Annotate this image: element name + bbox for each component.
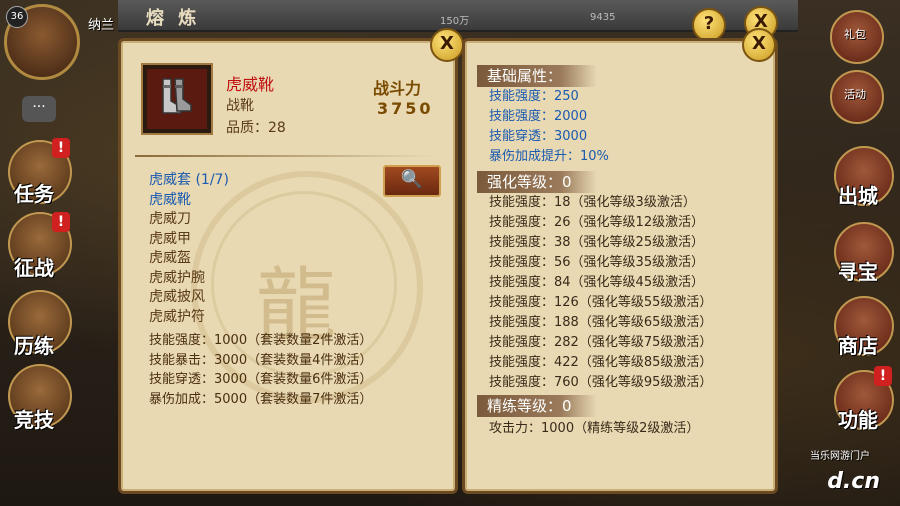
campaign-alert-badge: ! bbox=[52, 212, 70, 232]
player-name: 纳兰 bbox=[88, 18, 115, 33]
magnifier-icon: 🔍 bbox=[400, 169, 424, 190]
shop-label: 商店 bbox=[838, 334, 878, 358]
refine-attribute-row: 攻击力：1000（精练等级2级激活） bbox=[489, 421, 700, 436]
base-attributes-header: 基础属性： bbox=[477, 65, 597, 87]
boots-icon bbox=[162, 78, 192, 114]
player-level: 36 bbox=[6, 6, 28, 28]
enhance-attribute-row: 技能强度：84（强化等级45级激活） bbox=[489, 275, 705, 290]
window-title: 熔 炼 bbox=[146, 8, 201, 29]
right-panel-close-button[interactable]: X bbox=[742, 28, 776, 62]
item-slot[interactable] bbox=[143, 65, 211, 133]
enhance-level-header: 强化等级：0 bbox=[477, 171, 597, 193]
set-bonus-row: 暴伤加成：5000（套装数量7件激活） bbox=[149, 391, 373, 407]
leave-city-label: 出城 bbox=[838, 184, 878, 208]
set-bonus-list: 技能强度：1000（套装数量2件激活） 技能暴击：3000（套装数量4件激活） … bbox=[149, 331, 372, 409]
item-attributes-panel: 基础属性： 技能强度：250 技能强度：2000 技能穿透：3000 暴伤加成提… bbox=[462, 38, 778, 494]
silver-count: 150万 bbox=[440, 16, 470, 27]
right-hud: 礼包 活动 出城 寻宝 商店 ! 功能 bbox=[782, 0, 900, 506]
enhance-attribute-row: 技能强度：422（强化等级85级激活） bbox=[489, 355, 713, 370]
enhance-attribute-row: 技能强度：26（强化等级12级激活） bbox=[489, 215, 705, 230]
gold-count: 9435 bbox=[590, 12, 616, 23]
watermark-logo: d.cn bbox=[827, 469, 880, 494]
set-bonus-row: 技能穿透：3000（套装数量6件激活） bbox=[149, 372, 373, 387]
functions-alert-badge: ! bbox=[874, 366, 892, 386]
gift-pack-label: 礼包 bbox=[844, 28, 866, 41]
enhance-attribute-row: 技能强度：38（强化等级25级激活） bbox=[489, 235, 705, 250]
enhance-attribute-row: 技能强度：188（强化等级65级激活） bbox=[489, 315, 713, 330]
set-piece: 虎威披风 bbox=[149, 289, 205, 305]
combat-power-value: 3750 bbox=[377, 99, 434, 118]
item-detail-panel: 虎威靴 战靴 品质：28 战斗力 3750 龍 🔍 虎威套 (1/7) 虎威靴 … bbox=[118, 38, 458, 494]
left-panel-close-button[interactable]: X bbox=[430, 28, 464, 62]
campaign-label: 征战 bbox=[14, 256, 54, 280]
set-piece: 虎威护符 bbox=[149, 308, 205, 325]
item-quality: 品质：28 bbox=[226, 120, 286, 136]
enhance-attribute-row: 技能强度：282（强化等级75级激活） bbox=[489, 335, 713, 350]
set-piece: 虎威护腕 bbox=[149, 269, 205, 286]
base-attributes-list: 技能强度：250 技能强度：2000 技能穿透：3000 暴伤加成提升：10% bbox=[489, 87, 609, 167]
quest-alert-badge: ! bbox=[52, 138, 70, 158]
enhance-attribute-row: 技能强度：56（强化等级35级激活） bbox=[489, 255, 705, 270]
combat-power-label: 战斗力 bbox=[373, 79, 422, 98]
refine-level-header: 精练等级：0 bbox=[477, 395, 597, 417]
enhance-attribute-row: 技能强度：760（强化等级95级激活） bbox=[489, 375, 713, 390]
set-piece: 虎威盔 bbox=[149, 250, 191, 266]
enhance-attributes-list: 技能强度：18（强化等级3级激活） 技能强度：26（强化等级12级激活） 技能强… bbox=[489, 193, 712, 393]
base-attribute-row: 技能强度：2000 bbox=[489, 109, 588, 124]
set-piece: 虎威甲 bbox=[149, 230, 191, 247]
base-attribute-row: 技能强度：250 bbox=[489, 89, 579, 104]
arena-label: 竞技 bbox=[14, 408, 54, 432]
set-piece: 虎威刀 bbox=[149, 211, 191, 227]
watermark-caption: 当乐网游门户 bbox=[810, 451, 870, 462]
set-bonus-row: 技能强度：1000（套装数量2件激活） bbox=[149, 333, 373, 348]
help-button[interactable]: ? bbox=[692, 8, 726, 42]
base-attribute-row: 暴伤加成提升：10% bbox=[489, 149, 609, 164]
chat-icon[interactable]: ··· bbox=[22, 96, 56, 122]
enhance-attribute-row: 技能强度：18（强化等级3级激活） bbox=[489, 195, 696, 210]
base-attribute-row: 技能穿透：3000 bbox=[489, 129, 588, 144]
functions-label: 功能 bbox=[838, 408, 878, 432]
set-piece-list: 虎威套 (1/7) 虎威靴 虎威刀 虎威甲 虎威盔 虎威护腕 虎威披风 虎威护符 bbox=[149, 171, 229, 327]
refine-attributes-list: 攻击力：1000（精练等级2级激活） bbox=[489, 419, 699, 439]
treasure-hunt-label: 寻宝 bbox=[838, 260, 878, 284]
search-button[interactable]: 🔍 bbox=[383, 165, 441, 197]
set-piece: 虎威靴 bbox=[149, 191, 191, 208]
left-hud: 36 纳兰 ··· ! 任务 ! 征战 历练 竞技 bbox=[0, 0, 115, 506]
section-divider bbox=[135, 155, 435, 157]
enhance-attribute-row: 技能强度：126（强化等级55级激活） bbox=[489, 295, 713, 310]
quest-label: 任务 bbox=[14, 182, 54, 206]
set-bonus-row: 技能暴击：3000（套装数量4件激活） bbox=[149, 352, 373, 368]
event-label: 活动 bbox=[844, 88, 866, 101]
training-label: 历练 bbox=[14, 334, 54, 358]
item-name: 虎威靴 bbox=[226, 75, 275, 94]
set-title: 虎威套 (1/7) bbox=[149, 172, 229, 188]
item-type: 战靴 bbox=[226, 98, 254, 114]
